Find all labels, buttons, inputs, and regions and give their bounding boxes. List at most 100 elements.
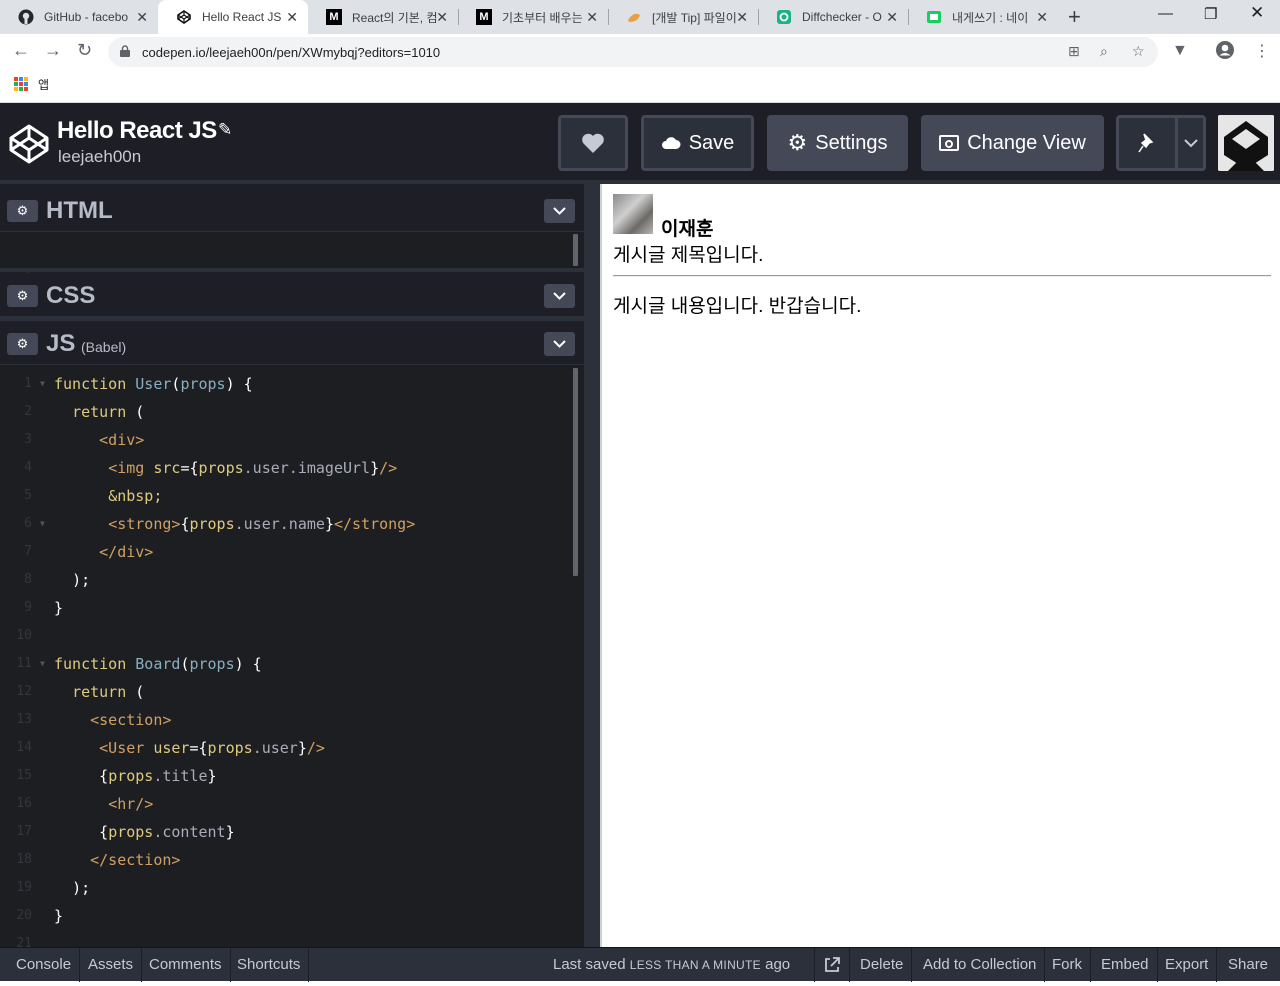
- reload-icon[interactable]: ↻: [77, 40, 92, 61]
- browser-tab[interactable]: GitHub - facebo ✕: [0, 0, 158, 34]
- blog-icon: [626, 9, 642, 25]
- embed-button[interactable]: Embed: [1093, 948, 1158, 982]
- close-tab-icon[interactable]: ✕: [1036, 9, 1048, 26]
- html-code-area[interactable]: 1 <div id='root'></div>: [0, 232, 584, 314]
- save-button[interactable]: Save: [641, 115, 754, 171]
- close-tab-icon[interactable]: ✕: [136, 9, 148, 26]
- editor-scrollbar[interactable]: [573, 368, 578, 576]
- browser-tab-active[interactable]: Hello React JS ✕: [158, 0, 308, 34]
- tab-title: 기초부터 배우는: [502, 10, 583, 25]
- pen-title[interactable]: Hello React JS: [57, 117, 217, 145]
- close-tab-icon[interactable]: ✕: [586, 9, 598, 26]
- close-tab-icon[interactable]: ✕: [736, 9, 748, 26]
- forward-icon[interactable]: →: [44, 40, 62, 61]
- minimize-icon[interactable]: —: [1158, 5, 1173, 22]
- tab-title: Diffchecker - O: [802, 10, 882, 24]
- code-line: 18 </section>: [0, 846, 575, 874]
- js-code-area[interactable]: 1 ▼ function User(props) { 2 return ( 3 <d…: [0, 366, 584, 947]
- browser-tab[interactable]: M React의 기본, 컴 ✕: [308, 0, 458, 34]
- profile-icon[interactable]: [1215, 40, 1235, 65]
- export-button[interactable]: Export: [1157, 948, 1218, 982]
- pin-button[interactable]: [1116, 115, 1178, 171]
- browser-tab[interactable]: Diffchecker - O ✕: [758, 0, 908, 34]
- line-number: 15: [16, 768, 32, 783]
- bookmark-star-icon[interactable]: ☆: [1132, 43, 1145, 60]
- close-tab-icon[interactable]: ✕: [436, 9, 448, 26]
- editor-collapse-button[interactable]: [544, 284, 575, 308]
- add-to-collection-button[interactable]: Add to Collection: [915, 948, 1046, 982]
- extension-icon[interactable]: ▼: [1172, 42, 1188, 60]
- translate-icon[interactable]: ⊞: [1068, 43, 1080, 60]
- back-icon[interactable]: ←: [12, 40, 30, 61]
- restore-icon[interactable]: ❐: [1204, 5, 1217, 23]
- like-button[interactable]: [558, 115, 628, 171]
- pen-username[interactable]: leejaeh00n: [58, 147, 141, 167]
- edit-pencil-icon[interactable]: ✎: [218, 120, 232, 140]
- apps-icon[interactable]: [14, 77, 28, 91]
- editor-collapse-button[interactable]: [544, 332, 575, 356]
- code-line: 6 ▼ <strong>{props.user.name}</strong>: [0, 510, 575, 538]
- assets-button[interactable]: Assets: [76, 948, 143, 982]
- medium-icon: M: [326, 9, 342, 25]
- zoom-icon[interactable]: ⌕: [1100, 43, 1108, 60]
- last-saved-time: LESS THAN A MINUTE: [629, 958, 761, 972]
- change-view-label: Change View: [967, 131, 1086, 154]
- code-line: 14 <User user={props.user}/>: [0, 734, 575, 762]
- change-view-button[interactable]: Change View: [921, 115, 1104, 171]
- naver-mail-icon: [926, 9, 942, 25]
- line-number: 12: [16, 684, 32, 699]
- code-line: 20}: [0, 902, 575, 930]
- line-number: 6: [24, 516, 32, 531]
- medium-icon: M: [476, 9, 492, 25]
- editor-collapse-button[interactable]: [544, 199, 575, 223]
- line-number: 16: [16, 796, 32, 811]
- codepen-logo-icon[interactable]: [8, 123, 50, 165]
- editor-divider: [0, 268, 584, 272]
- editor-title-js: JS: [46, 330, 76, 357]
- js-editor-header: ⚙ JS (Babel): [0, 321, 584, 365]
- chevron-down-icon: [553, 292, 566, 300]
- editor-resize-handle[interactable]: [584, 184, 600, 947]
- close-window-icon[interactable]: ✕: [1250, 3, 1264, 23]
- line-number: 1: [24, 376, 32, 391]
- line-number: 13: [16, 712, 32, 727]
- editor-settings-icon[interactable]: ⚙: [7, 285, 38, 307]
- user-avatar[interactable]: [1218, 115, 1274, 171]
- code-line: 5 &nbsp;: [0, 482, 575, 510]
- code-line: 17 {props.content}: [0, 818, 575, 846]
- fork-button[interactable]: Fork: [1044, 948, 1091, 982]
- last-saved-prefix: Last saved: [553, 956, 626, 973]
- new-tab-icon[interactable]: +: [1068, 4, 1081, 30]
- comments-button[interactable]: Comments: [139, 948, 231, 982]
- close-tab-icon[interactable]: ✕: [886, 9, 898, 26]
- pin-dropdown-button[interactable]: [1175, 115, 1206, 171]
- codepen-icon: [176, 9, 192, 25]
- shortcuts-button[interactable]: Shortcuts: [227, 948, 310, 982]
- share-button[interactable]: Share: [1220, 948, 1276, 982]
- html-editor-header: ⚙ HTML: [0, 188, 584, 232]
- code-line: 19 );: [0, 874, 575, 902]
- cloud-icon: [661, 137, 681, 149]
- editor-settings-icon[interactable]: ⚙: [7, 333, 38, 355]
- browser-tab[interactable]: M 기초부터 배우는 ✕: [458, 0, 608, 34]
- tab-title: 내게쓰기 : 네이: [952, 10, 1029, 25]
- console-button[interactable]: Console: [0, 948, 81, 982]
- browser-tab[interactable]: [개발 Tip] 파일이 ✕: [608, 0, 758, 34]
- line-number: 2: [24, 404, 32, 419]
- preview-post-title: 게시글 제목입니다.: [613, 245, 764, 266]
- line-number: 17: [16, 824, 32, 839]
- close-tab-icon[interactable]: ✕: [286, 9, 298, 26]
- editor-panel: ⚙ HTML 1 <div id='root'></div> ⚙ CSS ⚙ J…: [0, 184, 584, 947]
- delete-button[interactable]: Delete: [852, 948, 913, 982]
- settings-button[interactable]: ⚙ Settings: [767, 115, 908, 171]
- css-editor-header: ⚙ CSS: [0, 273, 584, 317]
- code-line: 16 <hr/>: [0, 790, 575, 818]
- menu-kebab-icon[interactable]: ⋮: [1254, 41, 1270, 61]
- address-bar[interactable]: codepen.io/leejaeh00n/pen/XWmybqj?editor…: [108, 37, 1158, 67]
- editor-settings-icon[interactable]: ⚙: [7, 200, 38, 222]
- browser-tab[interactable]: 내게쓰기 : 네이 ✕: [908, 0, 1058, 34]
- open-external-icon[interactable]: [814, 948, 850, 982]
- editor-scrollbar[interactable]: [573, 234, 578, 266]
- apps-label[interactable]: 앱: [38, 76, 49, 93]
- heart-icon: [582, 133, 604, 153]
